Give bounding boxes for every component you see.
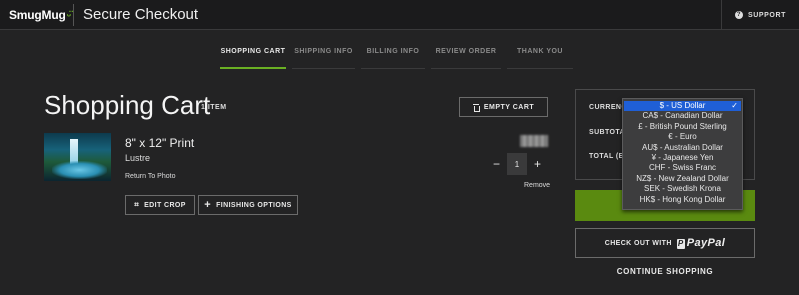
water-pool-shape [52,161,107,179]
paypal-brand: PayPal [686,237,726,249]
item-name: 8" x 12" Print [125,136,195,150]
currency-option-sek[interactable]: SEK - Swedish Krona [623,184,742,194]
edit-crop-button[interactable]: ⌗ EDIT CROP [125,195,195,215]
finishing-options-label: FINISHING OPTIONS [216,201,292,209]
continue-shopping-link[interactable]: CONTINUE SHOPPING [575,267,755,276]
paypal-prefix: CHECK OUT WITH [604,239,672,247]
support-button[interactable]: ? SUPPORT [721,0,799,30]
increment-button[interactable]: + [527,153,548,175]
checkout-steps: SHOPPING CART SHIPPING INFO BILLING INFO… [220,44,579,69]
product-thumbnail[interactable] [44,133,111,181]
top-bar: SmugMugᵕ̈ Secure Checkout ? SUPPORT [0,0,799,30]
currency-option-nzd[interactable]: NZ$ - New Zealand Dollar [623,174,742,184]
step-thank-you[interactable]: THANK YOU [507,44,573,69]
paypal-logo: P PayPal [676,237,726,249]
paypal-checkout-button[interactable]: CHECK OUT WITH P PayPal [575,228,755,258]
step-shipping-info[interactable]: SHIPPING INFO [292,44,355,69]
quantity-field[interactable]: 1 [507,153,527,175]
page-title: Secure Checkout [83,6,199,23]
currency-option-hkd[interactable]: HK$ - Hong Kong Dollar [623,195,742,205]
currency-option-chf[interactable]: CHF - Swiss Franc [623,163,742,173]
smile-icon: ᵕ̈ [66,10,72,22]
trash-icon [472,103,480,112]
price-blurred [520,135,548,147]
support-label: SUPPORT [747,11,787,19]
quantity-stepper: − 1 + [486,153,548,175]
plus-icon: + [204,199,212,211]
currency-option-eur[interactable]: € - Euro [623,132,742,142]
remove-link[interactable]: Remove [524,182,550,189]
question-circle-icon: ? [734,11,743,19]
empty-cart-button[interactable]: EMPTY CART [459,97,548,117]
edit-crop-label: EDIT CROP [144,201,186,209]
empty-cart-label: EMPTY CART [483,103,535,111]
step-billing-info[interactable]: BILLING INFO [361,44,425,69]
step-review-order[interactable]: REVIEW ORDER [431,44,501,69]
smugmug-logo[interactable]: SmugMugᵕ̈ [9,8,71,22]
cart-title: Shopping Cart [44,90,211,120]
currency-option-jpy[interactable]: ¥ - Japanese Yen [623,153,742,163]
cart-item-count: 1 ITEM [201,104,227,111]
currency-option-cad[interactable]: CA$ - Canadian Dollar [623,111,742,121]
crop-icon: ⌗ [134,200,140,209]
step-shopping-cart[interactable]: SHOPPING CART [220,44,286,69]
return-to-photo-link[interactable]: Return To Photo [125,173,175,180]
currency-option-aud[interactable]: AU$ - Australian Dollar [623,143,742,153]
item-finish: Lustre [125,153,151,163]
checkmark-icon: ✓ [731,101,738,110]
paypal-icon: P [676,238,685,249]
currency-option-usd[interactable]: $ - US Dollar ✓ [624,101,741,112]
header-divider [73,4,74,26]
currency-dropdown[interactable]: $ - US Dollar ✓ CA$ - Canadian Dollar £ -… [622,98,743,210]
currency-option-gbp[interactable]: £ - British Pound Sterling [623,122,742,132]
decrement-button[interactable]: − [486,153,507,175]
finishing-options-button[interactable]: + FINISHING OPTIONS [198,195,298,215]
